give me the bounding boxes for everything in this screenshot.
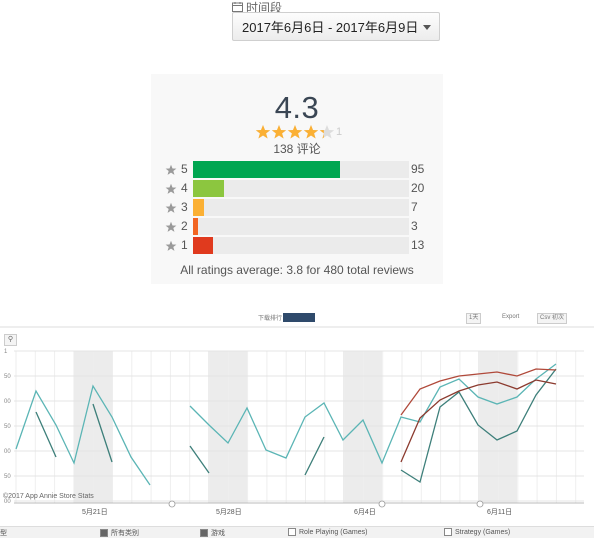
checkbox-icon: [444, 528, 452, 536]
rating-bar-fill: [193, 199, 205, 216]
legend-item-1[interactable]: 游戏: [200, 528, 225, 538]
y-tick-label: 00: [4, 399, 11, 405]
rating-level: 5: [181, 162, 188, 176]
rating-bar-track: [193, 237, 409, 254]
legend-item-2[interactable]: Role Playing (Games): [288, 528, 367, 536]
rating-row-5: 5 95: [165, 161, 440, 178]
stars-suffix: 1: [336, 125, 343, 138]
rating-bar-fill: [193, 218, 198, 235]
date-range-dropdown[interactable]: 2017年6月6日 - 2017年6月9日: [232, 12, 440, 41]
rating-row-3: 37: [165, 199, 440, 216]
checkbox-icon: [200, 529, 208, 537]
rating-level: 4: [181, 181, 188, 195]
rating-count: 20: [411, 181, 425, 195]
axis-marker-icon: [168, 500, 176, 508]
rating-level: 3: [181, 200, 188, 214]
legend-label: 游戏: [211, 530, 225, 537]
weekend-band: [208, 351, 247, 503]
star-icon: [287, 124, 303, 138]
rating-level: 1: [181, 238, 188, 252]
rating-bar-track: [193, 199, 409, 216]
legend-label-cut: 型: [0, 530, 7, 537]
y-tick-label: 50: [4, 424, 11, 430]
ratings-card: 4.3 1 138 评论 5 95 4 20 3 7 2 3 1 13 All ratings a…: [151, 74, 443, 284]
star-icon: [165, 240, 177, 251]
ratings-footer: All ratings average: 3.8 for 480 total r…: [180, 263, 414, 277]
star-icon: [271, 124, 287, 138]
star-icon: [165, 164, 177, 175]
rating-bar-fill: [193, 180, 225, 197]
rating-bar-fill: [193, 237, 214, 254]
rating-bar-track: [193, 161, 409, 178]
caret-down-icon: [423, 25, 431, 30]
checkbox-icon: [288, 528, 296, 536]
star-icon: [165, 202, 177, 213]
chart-watermark: ©2017 App Annie Store Stats: [3, 493, 94, 500]
rating-bar-track: [193, 218, 409, 235]
checkbox-icon: [100, 529, 108, 537]
legend-label: 所有类别: [111, 530, 139, 537]
axis-marker-icon: [378, 500, 386, 508]
rating-count: 13: [411, 238, 425, 252]
calendar-icon: [232, 2, 243, 12]
date-range: 时间段 2017年6月6日 - 2017年6月9日: [232, 0, 440, 41]
y-tick-label: 00: [4, 449, 11, 455]
ranking-chart-panel: 下载排行 1天 Export Csv 初次 ⚲ 1 50 00 50 00 50 00 ©2…: [0, 307, 594, 538]
rating-count: 7: [411, 200, 418, 214]
rating-count: 95: [411, 162, 425, 176]
legend-item-3[interactable]: Strategy (Games): [444, 528, 510, 536]
star-icon: [319, 124, 335, 138]
y-tick-label: 1: [4, 349, 8, 355]
series-line-dark-4: [304, 436, 325, 476]
rating-bar-fill: [193, 161, 340, 178]
date-range-value: 2017年6月6日 - 2017年6月9日: [242, 20, 419, 35]
star-icon: [303, 124, 319, 138]
rating-stars: 1: [255, 123, 342, 140]
y-tick-label: 50: [4, 374, 11, 380]
star-icon: [255, 124, 271, 138]
chart-legend: 型 所有类别 游戏 Role Playing (Games) Strategy …: [0, 526, 594, 538]
legend-item-0[interactable]: 所有类别: [100, 528, 139, 538]
star-icon: [165, 221, 177, 232]
series-line-dark-3: [189, 445, 210, 474]
y-tick-label: 50: [4, 474, 11, 480]
rating-bar-track: [193, 180, 409, 197]
x-tick-3: 6月11日: [487, 509, 513, 516]
weekend-band: [343, 351, 382, 503]
x-tick-0: 5月21日: [82, 509, 108, 516]
legend-label: Strategy (Games): [455, 528, 511, 536]
review-count: 138 评论: [273, 142, 321, 156]
x-tick-2: 6月4日: [354, 509, 376, 516]
axis-marker-icon: [476, 500, 484, 508]
rating-row-4: 4 20: [165, 180, 440, 197]
rating-row-2: 23: [165, 218, 440, 235]
rating-level: 2: [181, 219, 188, 233]
legend-label: Role Playing (Games): [299, 528, 368, 536]
x-tick-1: 5月28日: [216, 509, 242, 516]
rating-count: 3: [411, 219, 418, 233]
star-icon: [165, 183, 177, 194]
average-rating: 4.3: [274, 90, 320, 125]
rating-row-1: 1 13: [165, 237, 440, 254]
